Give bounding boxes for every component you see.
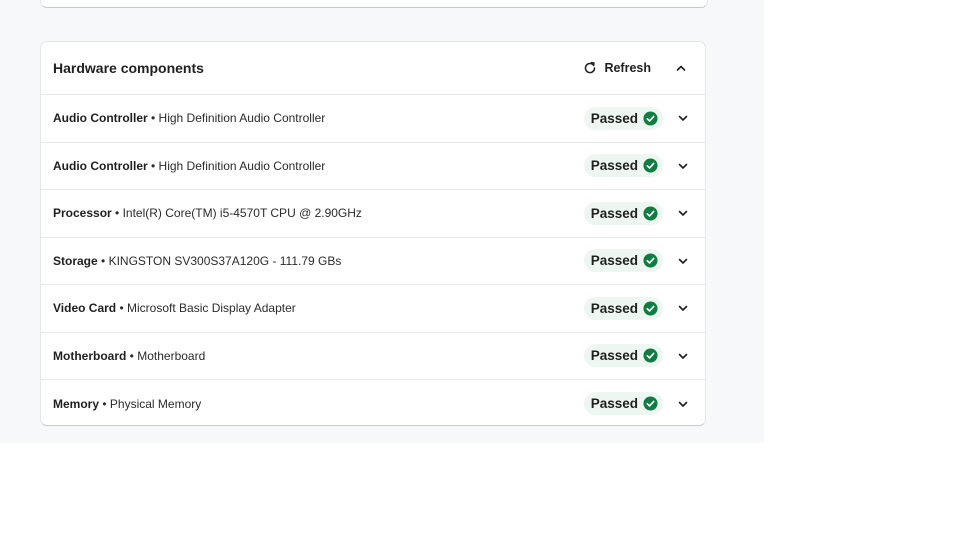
component-name: Storage xyxy=(53,253,98,268)
component-row: Processor • Intel(R) Core(TM) i5-4570T C… xyxy=(41,190,705,238)
refresh-icon xyxy=(583,61,597,75)
component-separator: • xyxy=(111,206,123,221)
component-row: Audio Controller • High Definition Audio… xyxy=(41,143,705,190)
status-label: Passed xyxy=(590,396,638,412)
status-badge: Passed xyxy=(583,201,663,225)
component-row: Storage • KINGSTON SV300S37A120G - 111.7… xyxy=(41,238,705,285)
chevron-down-icon[interactable] xyxy=(673,394,693,414)
component-row: Video Card • Microsoft Basic Display Ada… xyxy=(41,285,705,333)
component-row: Memory • Physical Memory Passed xyxy=(41,380,705,425)
component-detail: Intel(R) Core(TM) i5-4570T CPU @ 2.90GHz xyxy=(122,206,362,221)
component-detail: Physical Memory xyxy=(109,396,202,411)
status-label: Passed xyxy=(590,205,638,221)
component-row: Audio Controller • High Definition Audio… xyxy=(41,95,705,143)
chevron-down-icon[interactable] xyxy=(673,203,693,223)
component-separator: • xyxy=(147,111,159,126)
status-badge: Passed xyxy=(583,392,663,416)
component-separator: • xyxy=(99,396,110,411)
component-detail: High Definition Audio Controller xyxy=(158,158,326,173)
status-badge: Passed xyxy=(583,296,663,320)
refresh-button[interactable]: Refresh xyxy=(583,61,651,75)
component-separator: • xyxy=(97,253,109,268)
refresh-label: Refresh xyxy=(604,61,651,75)
component-name: Video Card xyxy=(53,301,117,316)
card-header: Hardware components Refresh xyxy=(41,42,705,95)
status-badge: Passed xyxy=(583,106,663,130)
hardware-components-card: Hardware components Refresh Audio Contro… xyxy=(40,41,706,426)
status-badge: Passed xyxy=(583,249,663,273)
component-detail: Motherboard xyxy=(137,348,206,363)
status-label: Passed xyxy=(590,348,638,364)
status-badge: Passed xyxy=(583,154,663,178)
chevron-down-icon[interactable] xyxy=(673,346,693,366)
status-label: Passed xyxy=(590,253,638,269)
component-name: Motherboard xyxy=(53,348,127,363)
status-label: Passed xyxy=(590,158,638,174)
status-label: Passed xyxy=(590,110,638,126)
component-separator: • xyxy=(126,348,138,363)
component-detail: KINGSTON SV300S37A120G - 111.79 GBs xyxy=(108,253,342,268)
status-label: Passed xyxy=(590,300,638,316)
status-badge: Passed xyxy=(583,344,663,368)
check-circle-icon xyxy=(643,158,658,173)
check-circle-icon xyxy=(643,348,658,363)
component-name: Audio Controller xyxy=(53,158,148,173)
component-detail: High Definition Audio Controller xyxy=(158,111,326,126)
component-detail: Microsoft Basic Display Adapter xyxy=(127,301,296,316)
component-name: Audio Controller xyxy=(53,111,148,126)
check-circle-icon xyxy=(643,206,658,221)
check-circle-icon xyxy=(643,396,658,411)
check-circle-icon xyxy=(643,111,658,126)
chevron-up-icon[interactable] xyxy=(671,58,691,78)
chevron-down-icon[interactable] xyxy=(673,298,693,318)
chevron-down-icon[interactable] xyxy=(673,156,693,176)
component-row: Motherboard • Motherboard Passed xyxy=(41,333,705,380)
card-title: Hardware components xyxy=(53,60,204,76)
check-circle-icon xyxy=(643,301,658,316)
component-name: Processor xyxy=(53,206,112,221)
component-name: Memory xyxy=(53,396,100,411)
component-separator: • xyxy=(147,158,159,173)
component-separator: • xyxy=(116,301,128,316)
check-circle-icon xyxy=(643,253,658,268)
component-list: Audio Controller • High Definition Audio… xyxy=(41,95,705,425)
chevron-down-icon[interactable] xyxy=(673,251,693,271)
previous-card-edge xyxy=(40,0,708,8)
chevron-down-icon[interactable] xyxy=(673,108,693,128)
